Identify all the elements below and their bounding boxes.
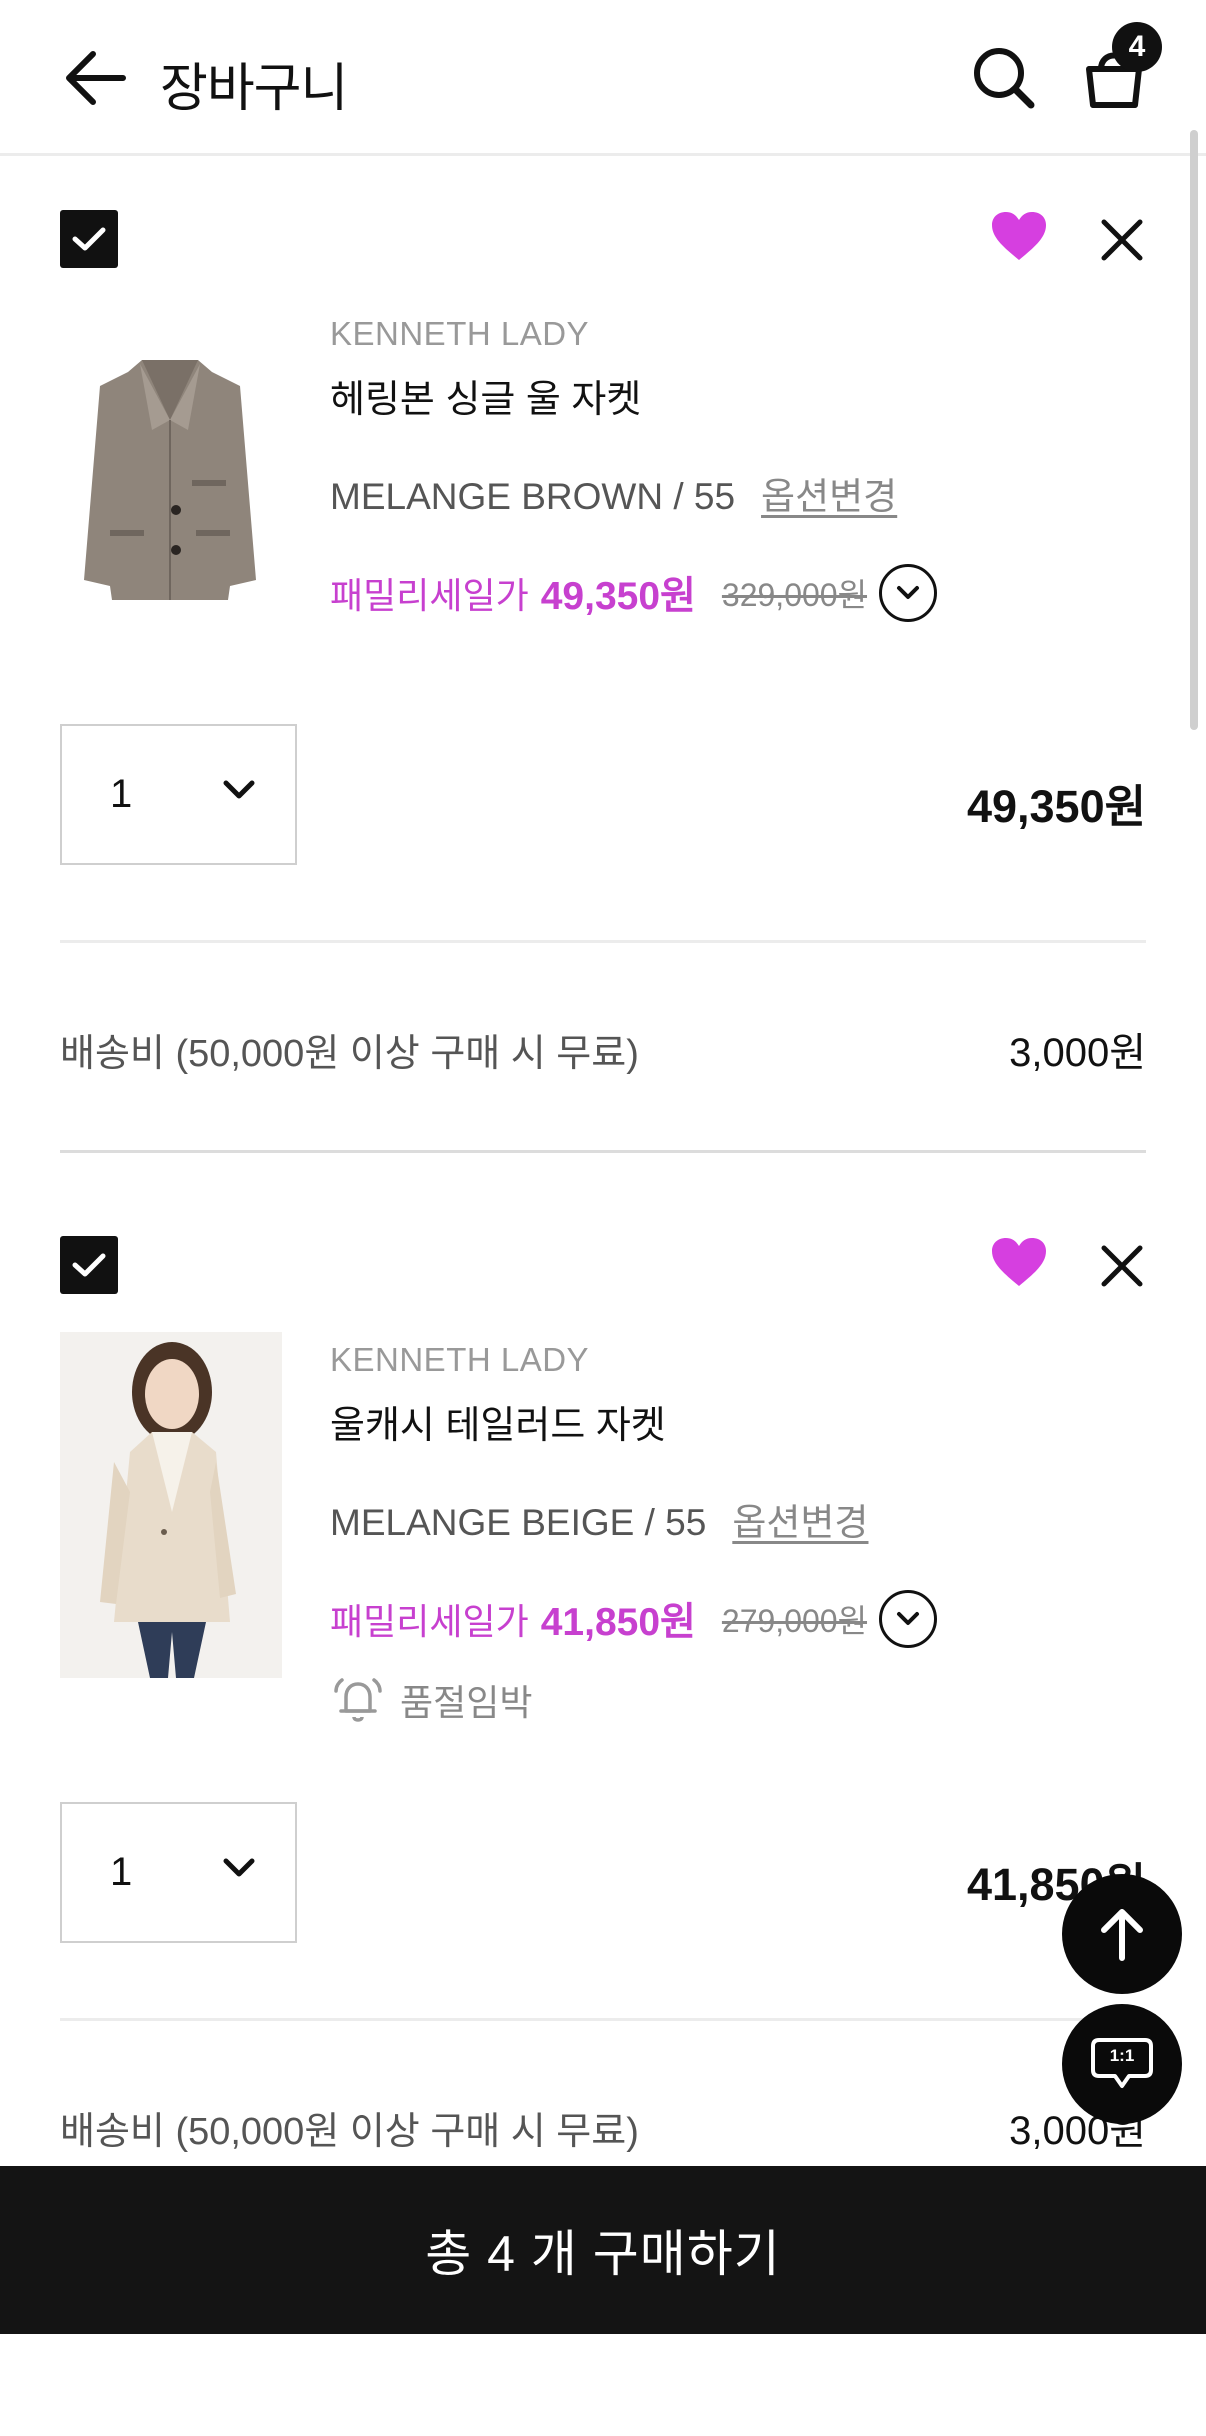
product-name[interactable]: 헤링본 싱글 울 자켓: [330, 368, 641, 423]
sale-label: 패밀리세일가: [330, 575, 529, 616]
model-image: [60, 1332, 282, 1678]
buy-button[interactable]: 총 4 개 구매하기: [0, 2166, 1206, 2334]
scroll-top-button[interactable]: [1062, 1874, 1182, 1994]
app-header: 장바구니 4: [0, 0, 1206, 156]
chevron-down-icon: [897, 1612, 920, 1625]
sale-price: 49,350원: [540, 575, 696, 618]
item-checkbox[interactable]: [60, 210, 118, 268]
back-button[interactable]: [56, 40, 132, 116]
product-option: MELANGE BEIGE / 55 옵션변경: [330, 1492, 868, 1546]
divider: [60, 940, 1146, 943]
original-price: 279,000원: [721, 1603, 868, 1639]
option-text: MELANGE BROWN / 55: [330, 476, 736, 517]
sale-label: 패밀리세일가: [330, 1601, 529, 1642]
stock-alert-text: 품절임박: [400, 1682, 533, 1723]
product-brand: KENNETH LADY: [330, 315, 590, 352]
heart-icon[interactable]: [990, 210, 1048, 262]
checkmark-icon: [72, 1253, 106, 1277]
price-detail-button[interactable]: [879, 564, 938, 622]
chat-label: 1:1: [1109, 2046, 1135, 2065]
product-name[interactable]: 울캐시 테일러드 자켓: [330, 1394, 666, 1449]
option-change-link[interactable]: 옵션변경: [761, 476, 897, 517]
search-icon: [974, 48, 1035, 109]
option-change-link[interactable]: 옵션변경: [732, 1502, 868, 1543]
chevron-down-icon: [223, 780, 255, 799]
alarm-bell-icon: [334, 1678, 382, 1722]
scrollbar[interactable]: [1190, 130, 1198, 730]
shipping-label: 배송비 (50,000원 이상 구매 시 무료): [60, 1033, 639, 1075]
divider: [60, 2018, 1146, 2021]
chevron-down-icon: [897, 586, 920, 599]
option-text: MELANGE BEIGE / 55: [330, 1502, 707, 1543]
close-icon[interactable]: [1100, 1244, 1144, 1288]
quantity-select[interactable]: 1: [60, 724, 297, 865]
product-image[interactable]: [60, 1332, 282, 1678]
arrow-up-icon: [1101, 1909, 1143, 1961]
jacket-image: [84, 360, 256, 600]
quantity-value: 1: [110, 1850, 133, 1894]
sale-price: 41,850원: [540, 1601, 696, 1644]
close-icon[interactable]: [1100, 218, 1144, 262]
item-checkbox[interactable]: [60, 1236, 118, 1294]
price-line: 패밀리세일가 49,350원 329,000원: [330, 564, 938, 622]
shipping-label: 배송비 (50,000원 이상 구매 시 무료): [60, 2111, 639, 2153]
price-line: 패밀리세일가 41,850원 279,000원: [330, 1590, 938, 1648]
line-total: 49,350원: [966, 781, 1146, 832]
product-brand: KENNETH LADY: [330, 1341, 590, 1378]
heart-icon[interactable]: [990, 1236, 1048, 1288]
product-image[interactable]: [80, 350, 260, 610]
product-option: MELANGE BROWN / 55 옵션변경: [330, 466, 897, 520]
original-price: 329,000원: [721, 577, 868, 613]
stock-alert: 품절임박: [330, 1674, 532, 1726]
chevron-down-icon: [223, 1858, 255, 1877]
arrow-left-icon: [66, 51, 126, 105]
divider: [60, 1150, 1146, 1153]
cart-count-badge: 4: [1112, 22, 1162, 72]
chat-button[interactable]: 1:1: [1062, 2004, 1182, 2124]
page-title: 장바구니: [160, 60, 348, 118]
shipping-price: 3,000원: [1009, 1031, 1146, 1075]
quantity-value: 1: [110, 772, 133, 816]
quantity-select[interactable]: 1: [60, 1802, 297, 1943]
search-button[interactable]: [966, 40, 1042, 116]
price-detail-button[interactable]: [879, 1590, 938, 1648]
checkmark-icon: [72, 227, 106, 251]
